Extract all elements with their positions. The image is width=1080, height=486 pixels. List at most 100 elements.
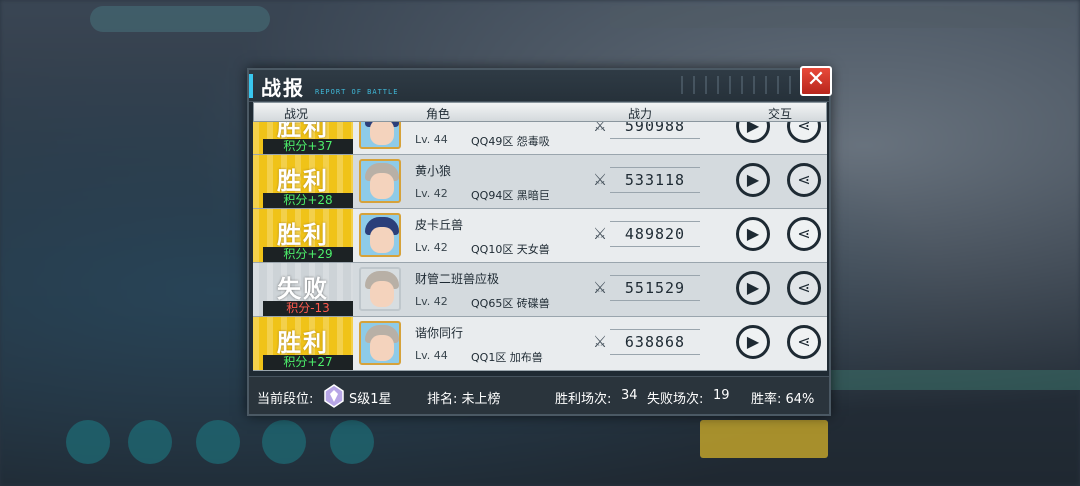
crossed-swords-icon: ⚔ [592,170,608,189]
result-label: 胜利 [277,329,329,357]
score-delta: 积分+37 [263,139,353,154]
power-box: 638868 [610,329,700,355]
win-rate: 胜率: 64% [751,392,815,407]
result-badge: 胜利 积分+29 [253,209,353,262]
stats-footer: 当前段位: S级1星 排名: 未上榜 胜利场次: 34 失败场次: 19 胜率:… [249,376,829,414]
player-server: QQ10区 天女兽 [471,243,550,256]
play-icon: ▶ [746,332,760,351]
play-icon: ▶ [746,170,760,189]
replay-button[interactable]: ▶ [736,163,770,197]
crossed-swords-icon: ⚔ [592,278,608,297]
share-button[interactable]: ⋖ [787,122,821,143]
power-value: 590988 [624,122,686,135]
power-value: 533118 [624,171,686,189]
score-delta: 积分-13 [263,301,353,316]
background-circle-icon [66,420,110,464]
background-circle-icon [262,420,306,464]
share-icon: ⋖ [797,278,811,297]
close-icon: ✕ [806,67,826,92]
panel-title: 战报 [261,76,305,100]
player-server: QQ65区 砖碟兽 [471,297,550,310]
battle-row: 胜利 积分+29 皮卡丘兽 Lv. 42 QQ10区 天女兽 ⚔ 489820 … [253,209,827,263]
background-hud-right [610,6,1070,28]
power-box: 533118 [610,167,700,193]
play-icon: ▶ [746,122,760,135]
ranking: 排名: 未上榜 [427,392,501,407]
player-level: Lv. 44 [415,349,448,362]
crossed-swords-icon: ⚔ [592,224,608,243]
player-level: Lv. 42 [415,295,448,308]
column-interact: 交互 [768,107,793,121]
rank-label: 当前段位: [257,392,314,407]
column-status: 战况 [284,107,309,121]
background-button [700,420,828,458]
result-badge: 失败 积分-13 [253,263,353,316]
avatar [359,159,401,203]
player-name: 谐你同行 [415,326,464,340]
background-circle-icon [330,420,374,464]
share-icon: ⋖ [797,122,811,135]
result-label: 胜利 [277,167,329,195]
share-button[interactable]: ⋖ [787,163,821,197]
avatar [359,213,401,257]
crossed-swords-icon: ⚔ [592,332,608,351]
result-label: 失败 [277,275,329,303]
result-badge: 胜利 积分+37 [253,122,353,154]
result-badge: 胜利 积分+27 [253,317,353,370]
background-hud-left [90,6,270,32]
share-button[interactable]: ⋖ [787,325,821,359]
player-server: QQ94区 黑暗巨 [471,189,550,202]
share-button[interactable]: ⋖ [787,217,821,251]
avatar [359,267,401,311]
replay-button[interactable]: ▶ [736,217,770,251]
column-power: 战力 [628,107,653,121]
share-icon: ⋖ [797,332,811,351]
rank-emblem-icon [324,384,344,408]
replay-button[interactable]: ▶ [736,325,770,359]
battle-report-panel: 战报 REPORT OF BATTLE ✕ 战况 角色 战力 交互 胜利 积分+… [247,66,832,416]
header-decoration [671,76,821,94]
battle-row: 胜利 积分+27 谐你同行 Lv. 44 QQ1区 加布兽 ⚔ 638868 ▶… [253,317,827,371]
replay-button[interactable]: ▶ [736,122,770,143]
header-accent [249,74,253,98]
power-box: 489820 [610,221,700,247]
player-server: QQ1区 加布兽 [471,351,543,364]
play-icon: ▶ [746,224,760,243]
result-badge: 胜利 积分+28 [253,155,353,208]
share-icon: ⋖ [797,170,811,189]
power-value: 551529 [624,279,686,297]
score-delta: 积分+28 [263,193,353,208]
wins-label: 胜利场次: [555,392,612,407]
background-circle-icon [196,420,240,464]
player-level: Lv. 44 [415,133,448,146]
player-name: 财管二班兽应极 [415,272,500,286]
share-icon: ⋖ [797,224,811,243]
background-band [830,370,1080,390]
player-level: Lv. 42 [415,187,448,200]
power-value: 638868 [624,333,686,351]
wins-count: 34 [621,388,638,403]
losses-label: 失败场次: [647,392,704,407]
battle-row: 失败 积分-13 财管二班兽应极 Lv. 42 QQ65区 砖碟兽 ⚔ 5515… [253,263,827,317]
background-circle-icon [128,420,172,464]
power-box: 551529 [610,275,700,301]
player-server: QQ49区 怨毒吸 [471,135,550,148]
losses-count: 19 [713,388,730,403]
crossed-swords-icon: ⚔ [592,122,608,135]
replay-button[interactable]: ▶ [736,271,770,305]
power-value: 489820 [624,225,686,243]
avatar [359,122,401,149]
share-button[interactable]: ⋖ [787,271,821,305]
player-name: 黄小狼 [415,164,452,178]
rank-value: S级1星 [349,392,392,407]
column-header: 战况 角色 战力 交互 [253,102,827,122]
battle-row: 胜利 积分+28 黄小狼 Lv. 42 QQ94区 黑暗巨 ⚔ 533118 ▶… [253,155,827,209]
close-button[interactable]: ✕ [800,66,832,96]
score-delta: 积分+27 [263,355,353,370]
column-role: 角色 [426,107,451,121]
player-name: 皮卡丘兽 [415,218,464,232]
result-label: 胜利 [277,221,329,249]
panel-header: 战报 REPORT OF BATTLE [249,70,829,102]
battle-list[interactable]: 胜利 积分+37 Lv. 44 QQ49区 怨毒吸 ⚔ 590988 ▶ ⋖ 胜… [253,122,827,374]
player-level: Lv. 42 [415,241,448,254]
